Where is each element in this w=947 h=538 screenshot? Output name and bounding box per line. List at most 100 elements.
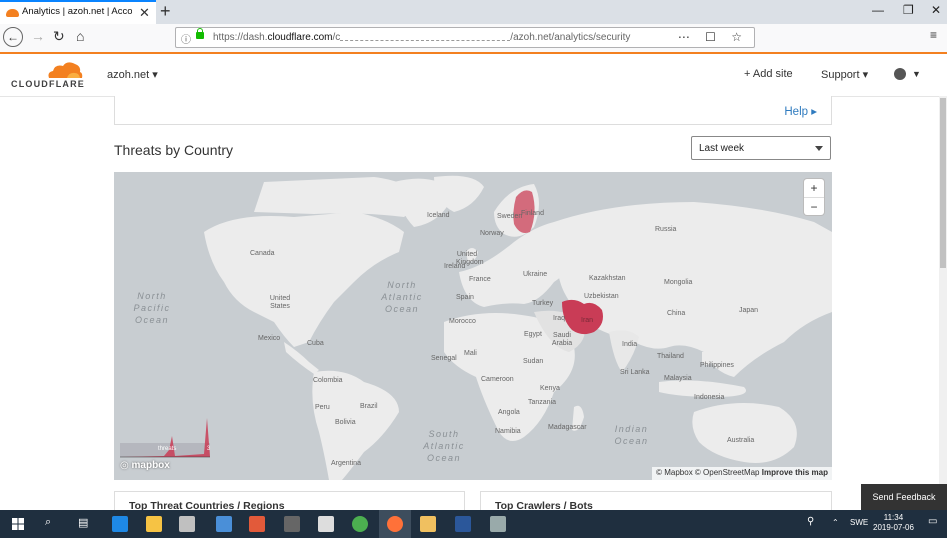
browser-nav-bar: ← → ↻ ⌂ ⓘ https://dash.cloudflare.com/c /… (0, 24, 947, 53)
language-indicator[interactable]: SWE (850, 518, 868, 527)
zoom-control: + − (804, 179, 824, 215)
top-crawlers-card: Top Crawlers / Bots (480, 491, 832, 512)
cloudflare-favicon-icon (6, 9, 19, 17)
media-player-icon[interactable] (179, 516, 195, 532)
country-label: Kenya (540, 385, 560, 392)
threat-map[interactable]: Canada United States Mexico Cuba Colombi… (114, 172, 832, 480)
country-label: Angola (498, 409, 520, 416)
info-icon[interactable]: ⓘ (181, 31, 191, 46)
period-select[interactable]: Last week (691, 136, 831, 160)
support-menu[interactable]: Support ▾ (821, 68, 868, 81)
country-label: China (667, 310, 686, 317)
country-label: Iceland (427, 212, 450, 219)
notifications-icon[interactable]: ▭ (928, 516, 937, 527)
chevron-down-icon (815, 146, 823, 151)
top-threat-countries-card: Top Threat Countries / Regions (114, 491, 465, 512)
country-label: Senegal (431, 355, 457, 362)
country-label: Iran (581, 317, 594, 324)
threat-legend: threats 3 (120, 442, 210, 456)
country-label: Tanzania (528, 399, 557, 406)
clock-date: 2019-07-06 (873, 523, 914, 532)
country-label: Thailand (657, 353, 684, 360)
task-view-icon[interactable]: ▤ (78, 516, 88, 529)
firefox-icon[interactable] (387, 516, 403, 532)
paint-icon[interactable] (216, 516, 232, 532)
country-label: Kazakhstan (589, 275, 626, 282)
windows-start-icon[interactable] (12, 518, 24, 530)
country-label: Philippines (700, 362, 734, 369)
help-link[interactable]: Help ▸ (784, 104, 817, 118)
country-label: Ireland (444, 263, 466, 270)
country-label: Peru (315, 404, 330, 411)
show-hidden-icons-icon[interactable]: ⌃ (832, 518, 839, 527)
app-icon[interactable] (249, 516, 265, 532)
app-header: CLOUDFLARE azoh.net ▾ + Add site Support… (0, 54, 947, 97)
app-icon[interactable] (490, 516, 506, 532)
address-bar[interactable]: ⓘ https://dash.cloudflare.com/c/azoh.net… (175, 27, 755, 48)
close-tab-icon[interactable]: ✕ (139, 5, 150, 21)
mapbox-logo-icon[interactable]: ◎ mapbox (120, 460, 170, 471)
cloudflare-logo-icon[interactable] (45, 60, 83, 80)
user-avatar-icon[interactable] (894, 68, 906, 80)
country-label: Morocco (449, 318, 476, 325)
calculator-icon[interactable] (284, 516, 300, 532)
country-label: Egypt (524, 331, 542, 338)
chrome-icon[interactable] (352, 516, 368, 532)
home-icon[interactable]: ⌂ (76, 28, 84, 44)
store-icon[interactable] (420, 516, 436, 532)
zoom-out-button[interactable]: − (804, 198, 824, 216)
new-tab-icon[interactable]: + (160, 1, 171, 22)
legend-max: 3 (207, 446, 211, 452)
forward-arrow-icon[interactable]: → (31, 28, 45, 44)
country-label: Madagascar (548, 424, 587, 431)
page-scrollbar[interactable] (939, 96, 947, 510)
period-select-value: Last week (699, 143, 745, 154)
country-label: Cuba (307, 340, 324, 347)
legend-label: threats (158, 446, 177, 452)
send-feedback-button[interactable]: Send Feedback (861, 484, 947, 510)
country-label: Namibia (495, 428, 521, 435)
map-attribution: © Mapbox © OpenStreetMap Improve this ma… (652, 467, 832, 480)
country-label: Sudan (523, 358, 544, 365)
lock-icon (196, 28, 204, 39)
cloudflare-logo-text: CLOUDFLARE (11, 79, 85, 89)
people-icon[interactable]: ⚲ (807, 516, 814, 527)
file-explorer-icon[interactable] (146, 516, 162, 532)
word-icon[interactable] (455, 516, 471, 532)
maximize-icon[interactable]: ❐ (903, 3, 914, 17)
ocean-label: North Atlantic Ocean (381, 280, 423, 314)
tab-title: Analytics | azoh.net | Account (22, 6, 132, 17)
country-label: Australia (727, 437, 755, 444)
scrollbar-thumb[interactable] (940, 98, 946, 268)
close-window-icon[interactable]: ✕ (931, 3, 941, 17)
country-label: Sri Lanka (620, 369, 650, 376)
browser-tab-bar: Analytics | azoh.net | Account ✕ + — ❐ ✕ (0, 0, 947, 24)
edge-icon[interactable] (112, 516, 128, 532)
improve-map-link[interactable]: Improve this map (762, 468, 828, 477)
attribution-text[interactable]: © Mapbox © OpenStreetMap (656, 468, 759, 477)
country-label: Colombia (313, 377, 343, 384)
domain-selector[interactable]: azoh.net ▾ (107, 68, 158, 81)
back-arrow-icon[interactable]: ← (3, 27, 23, 47)
reload-icon[interactable]: ↻ (53, 28, 65, 45)
ocean-label: South Atlantic Ocean (423, 429, 465, 463)
country-label: Norway (480, 230, 504, 237)
minimize-icon[interactable]: — (872, 3, 884, 17)
browser-tab[interactable]: Analytics | azoh.net | Account ✕ (0, 0, 156, 24)
mail-icon[interactable] (318, 516, 334, 532)
zoom-in-button[interactable]: + (804, 179, 824, 198)
ocean-label: North Pacific Ocean (133, 291, 171, 325)
country-label: Mongolia (664, 279, 693, 286)
system-clock[interactable]: 11:34 2019-07-06 (873, 513, 914, 533)
country-label: Uzbekistan (584, 293, 619, 300)
country-label: India (622, 341, 638, 348)
search-icon[interactable]: ⌕ (45, 516, 51, 529)
country-label: Russia (655, 226, 677, 233)
country-label: Mali (464, 350, 477, 357)
add-site-link[interactable]: + Add site (744, 68, 793, 80)
country-label: Malaysia (664, 375, 692, 382)
page-actions-icon[interactable]: ⋯ ☐ ☆ (678, 30, 748, 44)
country-label: Sweden (497, 213, 523, 220)
menu-icon[interactable]: ≡ (930, 28, 937, 42)
user-menu-chevron-icon[interactable]: ▼ (912, 69, 921, 79)
